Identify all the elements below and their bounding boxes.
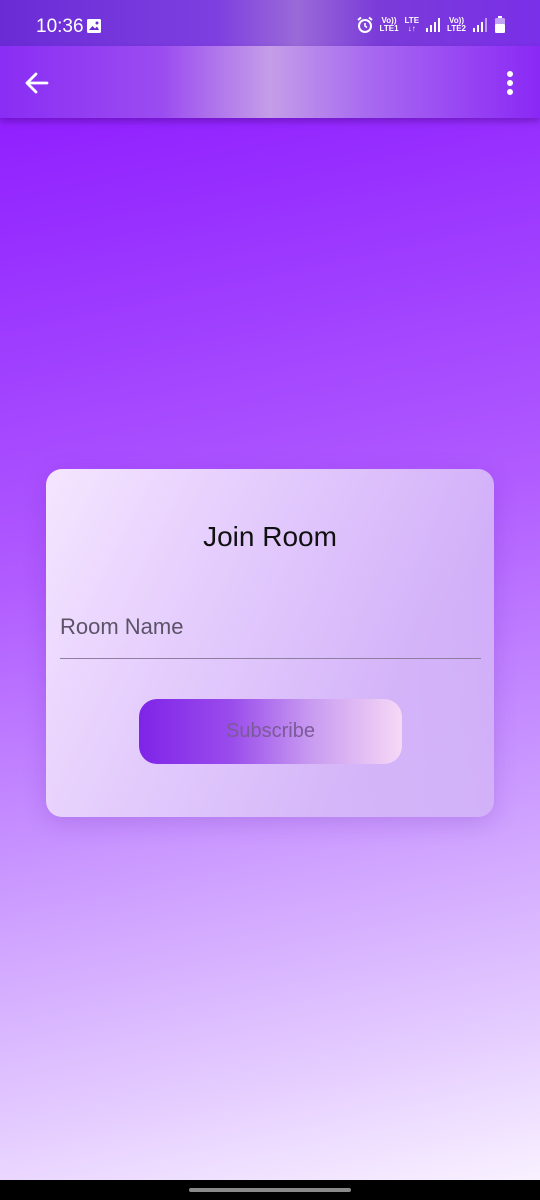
sim2-volte-label: Vo)) LTE2 — [447, 17, 466, 33]
status-bar: 10:36 Vo)) LTE1 LTE ↓↑ Vo)) LTE2 — [0, 0, 540, 46]
subscribe-button[interactable]: Subscribe — [139, 699, 402, 764]
back-arrow-icon[interactable] — [22, 68, 52, 98]
battery-icon — [495, 16, 505, 33]
status-icons: Vo)) LTE1 LTE ↓↑ Vo)) LTE2 — [356, 14, 506, 36]
alarm-icon — [356, 16, 373, 33]
system-nav-bar — [0, 1180, 540, 1200]
room-name-input[interactable] — [60, 599, 481, 659]
status-time: 10:36 — [36, 16, 84, 37]
more-vert-icon[interactable] — [500, 68, 520, 98]
lte-arrows: ↓↑ — [407, 24, 416, 33]
home-gesture-pill[interactable] — [189, 1188, 351, 1192]
gallery-icon — [87, 19, 101, 33]
lte-label: LTE ↓↑ — [405, 17, 420, 33]
app-screen: 10:36 Vo)) LTE1 LTE ↓↑ Vo)) LTE2 Join Ro… — [0, 0, 540, 1200]
join-room-card: Join Room Subscribe — [46, 469, 494, 817]
sim1-volte-bottom: LTE1 — [379, 24, 399, 33]
signal-strength-1-icon — [426, 18, 441, 32]
app-bar — [0, 46, 540, 118]
sim2-volte-bottom: LTE2 — [447, 24, 466, 33]
card-title: Join Room — [203, 521, 337, 552]
signal-strength-2-icon — [473, 18, 487, 32]
sim1-volte-label: Vo)) LTE1 — [380, 17, 399, 33]
